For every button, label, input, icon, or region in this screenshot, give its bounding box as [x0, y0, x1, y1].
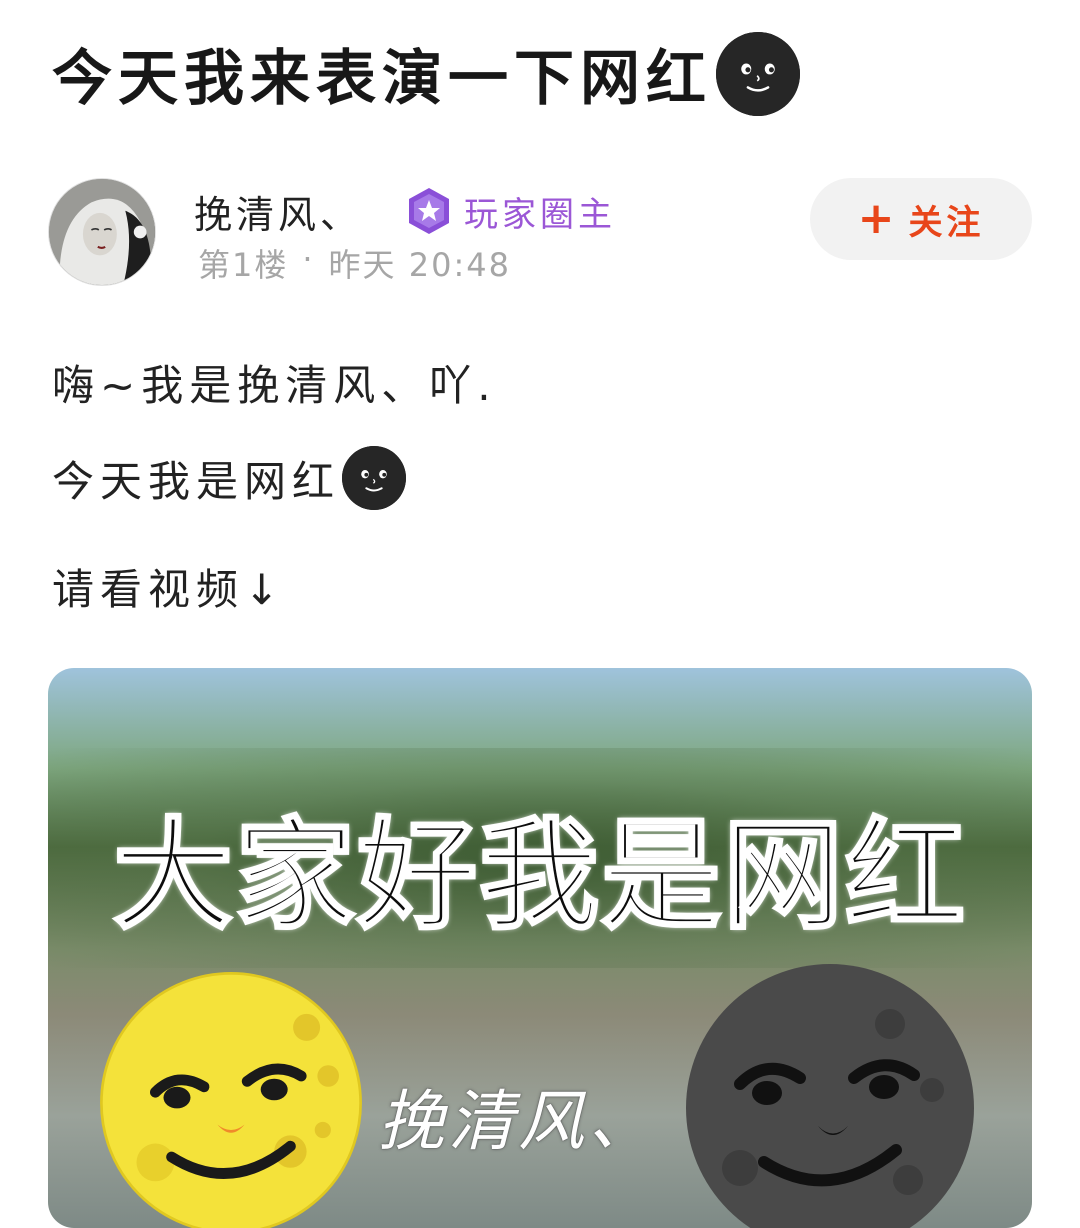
star-hexagon-icon [409, 188, 449, 234]
follow-label: 关注 [908, 202, 985, 243]
floor-number: 第1楼 [198, 246, 289, 284]
content-line-2: 今天我是网红 [52, 446, 407, 510]
smirking-dark-moon-icon [686, 964, 974, 1228]
author-name[interactable]: 挽清风、 [194, 184, 362, 239]
post-meta: 第1楼 · 昨天 20:48 [198, 240, 511, 286]
author-row: 挽清风、 玩家圈主 第1楼 · 昨天 20:48 + 关注 [48, 178, 1032, 288]
badge-label: 玩家圈主 [464, 194, 616, 235]
smirking-yellow-moon-icon [100, 972, 362, 1228]
new-moon-face-icon [342, 446, 407, 510]
content-line-1: 嗨~我是挽清风、吖. [52, 361, 497, 410]
avatar[interactable] [48, 178, 156, 286]
video-caption: 大家好我是网红 [112, 806, 967, 948]
video-watermark: 挽清风、 [378, 1083, 658, 1160]
plus-icon: + [857, 193, 899, 244]
new-moon-face-icon [716, 31, 800, 116]
video-thumbnail[interactable]: 大家好我是网红 挽清风、 [48, 668, 1032, 1228]
content-line-2-text: 今天我是网红 [52, 456, 341, 506]
role-badge[interactable]: 玩家圈主 [404, 186, 616, 236]
post-title: 今天我来表演一下网红 [52, 30, 800, 117]
meta-separator: · [302, 240, 315, 278]
post-title-text: 今天我来表演一下网红 [52, 44, 712, 114]
post-time: 昨天 20:48 [328, 246, 511, 284]
follow-button[interactable]: + 关注 [810, 178, 1032, 260]
content-line-3: 请看视频↓ [52, 565, 286, 614]
